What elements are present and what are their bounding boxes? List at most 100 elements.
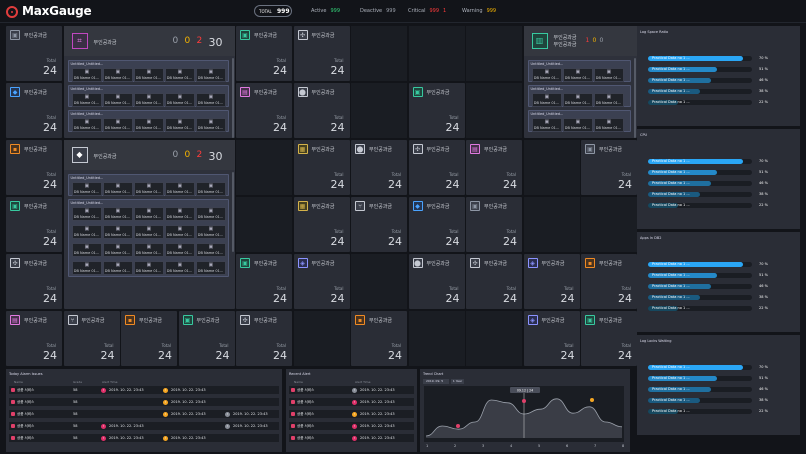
db-server[interactable]: DB Name 01... (164, 118, 195, 132)
db-server[interactable]: DB Name 01... (195, 243, 226, 257)
db-server[interactable]: DB Name 01... (133, 207, 164, 221)
metric-bar[interactable]: Practical Data no 1 ... 46 % (648, 78, 784, 83)
server-tile[interactable]: ▪ 무인공과금 Total 24 (581, 254, 637, 309)
metric-bar[interactable]: Practical Data no 1 ... 51 % (648, 170, 784, 175)
db-server[interactable]: DB Name 01... (531, 93, 562, 107)
server-tile[interactable]: ▦ 무인공과금 Total 24 (293, 140, 350, 195)
metric-bar[interactable]: Practical Data no 1 ... 22 % (648, 100, 784, 105)
db-server[interactable]: DB Name 01... (71, 93, 102, 107)
server-tile[interactable]: ▪ 무인공과금 Total 24 (6, 140, 62, 195)
db-server[interactable]: DB Name 01... (593, 93, 624, 107)
server-group[interactable]: Untitled_Untitled...DB Name 01...DB Name… (67, 60, 229, 82)
db-server[interactable]: DB Name 01... (164, 225, 195, 239)
server-tile[interactable]: ▣ 무인공과금 Total 24 (408, 83, 465, 138)
table-row[interactable]: 상품 서비스 58! 2019. 10. 22. 23:43! 2019. 10. 2… (9, 410, 279, 418)
db-server[interactable]: DB Name 01... (133, 182, 164, 196)
db-server[interactable]: DB Name 01... (102, 207, 133, 221)
server-tile[interactable]: ▣ 무인공과금 Total 24 (581, 140, 637, 195)
db-server[interactable]: DB Name 01... (531, 68, 562, 82)
db-server[interactable]: DB Name 01... (133, 93, 164, 107)
db-server[interactable]: DB Name 01... (102, 118, 133, 132)
db-server[interactable]: DB Name 01... (562, 118, 593, 132)
table-row[interactable]: 상품 서비스! 2019. 10. 22. 23:43 (289, 434, 414, 442)
server-group[interactable]: Untitled_Untitled...DB Name 01...DB Name… (527, 110, 631, 132)
group-card[interactable]: ◆무인공과금00230Untitled_Untitled...DB Name 0… (63, 140, 235, 309)
table-row[interactable]: 상품 서비스 58! 2019. 10. 22. 23:43! 2019. 10. 2… (9, 422, 279, 430)
db-server[interactable]: DB Name 01... (195, 68, 226, 82)
server-tile[interactable]: ◈ 무인공과금 Total 24 (523, 254, 580, 309)
table-row[interactable]: 상품 서비스! 2019. 10. 22. 23:43 (289, 422, 414, 430)
db-server[interactable]: DB Name 01... (195, 225, 226, 239)
metric-bar[interactable]: Practical Data no 1 ... 70 % (648, 365, 784, 370)
metric-bar[interactable]: Practical Data no 1 ... 51 % (648, 67, 784, 72)
db-server[interactable]: DB Name 01... (133, 225, 164, 239)
group-card[interactable]: ⌗무인공과금00230Untitled_Untitled...DB Name 0… (63, 26, 235, 138)
metric-bar[interactable]: Practical Data no 1 ... 46 % (648, 284, 784, 289)
db-server[interactable]: DB Name 01... (195, 118, 226, 132)
db-server[interactable]: DB Name 01... (102, 182, 133, 196)
metric-bar[interactable]: Practical Data no 1 ... 70 % (648, 262, 784, 267)
db-server[interactable]: DB Name 01... (133, 118, 164, 132)
server-tile[interactable]: ▣ 무인공과금 Total 24 (466, 197, 522, 252)
scrollbar[interactable] (231, 172, 234, 252)
server-tile[interactable]: ▤ 무인공과금 Total 24 (6, 311, 62, 366)
metric-bar[interactable]: Practical Data no 1 ... 38 % (648, 295, 784, 300)
db-server[interactable]: DB Name 01... (531, 118, 562, 132)
db-server[interactable]: DB Name 01... (593, 118, 624, 132)
db-server[interactable]: DB Name 01... (195, 261, 226, 275)
server-tile[interactable]: ▣ 무인공과금 Total 24 (6, 197, 62, 252)
server-tile[interactable]: ⬤ 무인공과금 Total 24 (408, 254, 465, 309)
server-tile[interactable]: ▪ 무인공과금 Total 24 (351, 311, 407, 366)
server-tile[interactable]: ⬤ 무인공과금 Total 24 (293, 83, 350, 138)
db-server[interactable]: DB Name 01... (71, 243, 102, 257)
metric-bar[interactable]: Practical Data no 1 ... 70 % (648, 56, 784, 61)
server-tile[interactable]: ⑂ 무인공과금 Total 24 (351, 197, 407, 252)
server-tile[interactable]: ▤ 무인공과금 Total 24 (466, 140, 522, 195)
metric-bar[interactable]: Practical Data no 1 ... 51 % (648, 376, 784, 381)
db-server[interactable]: DB Name 01... (164, 182, 195, 196)
db-server[interactable]: DB Name 01... (164, 68, 195, 82)
metric-bar[interactable]: Practical Data no 1 ... 38 % (648, 192, 784, 197)
db-server[interactable]: DB Name 01... (102, 93, 133, 107)
db-server[interactable]: DB Name 01... (562, 68, 593, 82)
server-tile[interactable]: ✣ 무인공과금 Total 24 (466, 254, 522, 309)
date-filter[interactable]: 2019. 09. 5 (423, 379, 449, 384)
db-server[interactable]: DB Name 01... (195, 182, 226, 196)
db-server[interactable]: DB Name 01... (164, 207, 195, 221)
db-server[interactable]: DB Name 01... (102, 68, 133, 82)
db-server[interactable]: DB Name 01... (133, 261, 164, 275)
db-server[interactable]: DB Name 01... (102, 261, 133, 275)
server-group[interactable]: Untitled_Untitled...DB Name 01...DB Name… (67, 199, 229, 277)
server-tile[interactable]: ◈ 무인공과금 Total 24 (523, 311, 580, 366)
server-tile[interactable]: ▣ 무인공과금 Total 24 (581, 311, 637, 366)
table-row[interactable]: 상품 서비스 58! 2019. 10. 22. 23:43 (9, 398, 279, 406)
server-tile[interactable]: ◆ 무인공과금 Total 24 (6, 83, 62, 138)
server-group[interactable]: Untitled_Untitled...DB Name 01...DB Name… (527, 85, 631, 107)
db-server[interactable]: DB Name 01... (71, 207, 102, 221)
server-tile[interactable]: ✣ 무인공과금 Total 24 (236, 311, 292, 366)
db-server[interactable]: DB Name 01... (164, 243, 195, 257)
server-tile[interactable]: ◈ 무인공과금 Total 24 (293, 254, 350, 309)
total-badge[interactable]: TOTAL 999 (254, 5, 292, 17)
server-tile[interactable]: ⑂ 무인공과금 Total 24 (63, 311, 120, 366)
scrollbar[interactable] (633, 58, 636, 138)
server-tile[interactable]: ✣ 무인공과금 Total 24 (408, 140, 465, 195)
stat-deactive[interactable]: Deactive 999 (360, 8, 396, 14)
db-server[interactable]: DB Name 01... (593, 68, 624, 82)
metric-bar[interactable]: Practical Data no 1 ... 51 % (648, 273, 784, 278)
range-filter[interactable]: 1 Year (451, 379, 464, 384)
server-tile[interactable]: ⬤ 무인공과금 Total 24 (351, 140, 407, 195)
db-server[interactable]: DB Name 01... (71, 68, 102, 82)
stat-active[interactable]: Active 999 (311, 8, 340, 14)
metric-bar[interactable]: Practical Data no 1 ... 46 % (648, 387, 784, 392)
db-server[interactable]: DB Name 01... (562, 93, 593, 107)
metric-bar[interactable]: Practical Data no 1 ... 22 % (648, 306, 784, 311)
table-row[interactable]: 상품 서비스! 2019. 10. 22. 23:43 (289, 398, 414, 406)
db-server[interactable]: DB Name 01... (102, 243, 133, 257)
db-server[interactable]: DB Name 01... (164, 93, 195, 107)
server-tile[interactable]: ▣ 무인공과금 Total 24 (236, 26, 292, 81)
stat-warning[interactable]: Warning 999 (462, 8, 496, 14)
db-server[interactable]: DB Name 01... (133, 68, 164, 82)
db-server[interactable]: DB Name 01... (71, 118, 102, 132)
server-tile[interactable]: ▪ 무인공과금 Total 24 (121, 311, 177, 366)
